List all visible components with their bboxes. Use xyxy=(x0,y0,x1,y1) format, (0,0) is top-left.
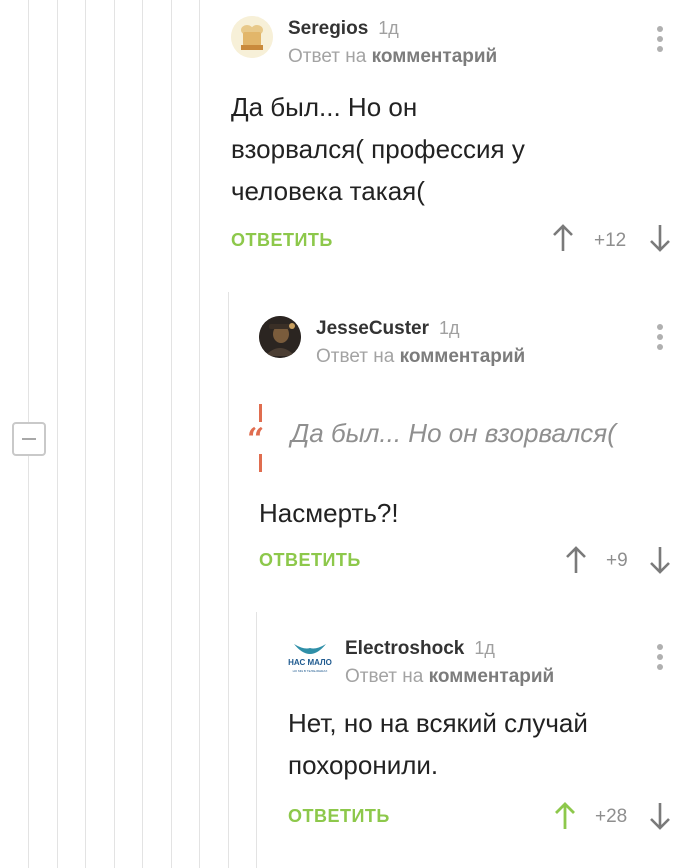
comment: НАС МАЛО НО МЫ В ТЕЛЬНЯШКАХ Electroshock… xyxy=(288,636,691,856)
reply-button[interactable]: ОТВЕТИТЬ xyxy=(231,230,333,251)
reply-to: Ответ на комментарий xyxy=(316,346,525,368)
comment-time: 1д xyxy=(439,318,460,338)
comment-text: Да был... Но он взорвался( профессия у ч… xyxy=(231,86,525,212)
reply-to: Ответ на комментарий xyxy=(345,666,554,688)
thread-line xyxy=(28,456,29,868)
comment: Seregios 1д Ответ на комментарий Да был..… xyxy=(231,16,691,266)
author-name[interactable]: Seregios xyxy=(288,18,368,39)
author-line: Seregios 1д xyxy=(288,18,399,40)
downvote-icon[interactable] xyxy=(649,224,671,252)
thread-line xyxy=(142,0,143,868)
thread-line xyxy=(114,0,115,868)
collapse-thread-button[interactable] xyxy=(12,422,46,456)
upvote-icon[interactable] xyxy=(554,802,576,830)
comment-line: Нет, но на всякий случай xyxy=(288,708,588,738)
upvote-icon[interactable] xyxy=(552,224,574,252)
more-options-icon[interactable] xyxy=(657,644,663,672)
upvote-icon[interactable] xyxy=(565,546,587,574)
quote-bar xyxy=(259,454,262,472)
quote-mark-icon: “ xyxy=(247,422,265,457)
rating-value: +12 xyxy=(594,230,627,251)
reply-to: Ответ на комментарий xyxy=(288,46,497,68)
quote-bar xyxy=(259,404,262,422)
downvote-icon[interactable] xyxy=(649,546,671,574)
thread-line xyxy=(199,0,200,868)
author-line: JesseCuster 1д xyxy=(316,318,460,340)
logo-text: НАС МАЛО xyxy=(288,658,332,667)
reply-button[interactable]: ОТВЕТИТЬ xyxy=(288,806,390,827)
author-line: Electroshock 1д xyxy=(345,638,495,660)
comment: JesseCuster 1д Ответ на комментарий “ Да … xyxy=(247,316,691,586)
thread-line xyxy=(28,0,29,422)
avatar[interactable] xyxy=(259,316,301,358)
logo-subtext: НО МЫ В ТЕЛЬНЯШКАХ xyxy=(292,669,328,673)
avatar[interactable]: НАС МАЛО НО МЫ В ТЕЛЬНЯШКАХ xyxy=(288,636,332,678)
thread-line xyxy=(171,0,172,868)
comment-text: Нет, но на всякий случай похоронили. xyxy=(288,702,588,786)
comment-line: Да был... Но он xyxy=(231,92,418,122)
comment-line: человека такая( xyxy=(231,176,425,206)
reply-to-prefix: Ответ на xyxy=(288,46,367,67)
comment-line: взорвался( профессия у xyxy=(231,134,525,164)
author-name[interactable]: JesseCuster xyxy=(316,318,429,339)
rating-value: +28 xyxy=(595,806,628,827)
comment-line: Насмерть?! xyxy=(259,498,399,528)
chef-hat-avatar-icon xyxy=(231,16,273,58)
portrait-avatar-icon xyxy=(259,316,301,358)
reply-to-prefix: Ответ на xyxy=(345,666,424,687)
thread-line xyxy=(228,292,229,868)
rating-value: +9 xyxy=(606,550,628,571)
reply-to-prefix: Ответ на xyxy=(316,346,395,367)
comment-time: 1д xyxy=(378,18,399,38)
reply-to-link[interactable]: комментарий xyxy=(429,666,555,687)
quoted-text: Да был... Но он взорвался( xyxy=(291,418,616,448)
comment-line: похоронили. xyxy=(288,750,439,780)
more-options-icon[interactable] xyxy=(657,26,663,54)
comment-time: 1д xyxy=(474,638,495,658)
reply-to-link[interactable]: комментарий xyxy=(372,46,498,67)
more-options-icon[interactable] xyxy=(657,324,663,352)
thread-line xyxy=(85,0,86,868)
comment-text: Насмерть?! xyxy=(259,492,399,534)
avatar[interactable] xyxy=(231,16,273,58)
reply-to-link[interactable]: комментарий xyxy=(400,346,526,367)
thread-line xyxy=(256,612,257,868)
reply-button[interactable]: ОТВЕТИТЬ xyxy=(259,550,361,571)
author-name[interactable]: Electroshock xyxy=(345,638,464,659)
thread-line xyxy=(57,0,58,868)
downvote-icon[interactable] xyxy=(649,802,671,830)
